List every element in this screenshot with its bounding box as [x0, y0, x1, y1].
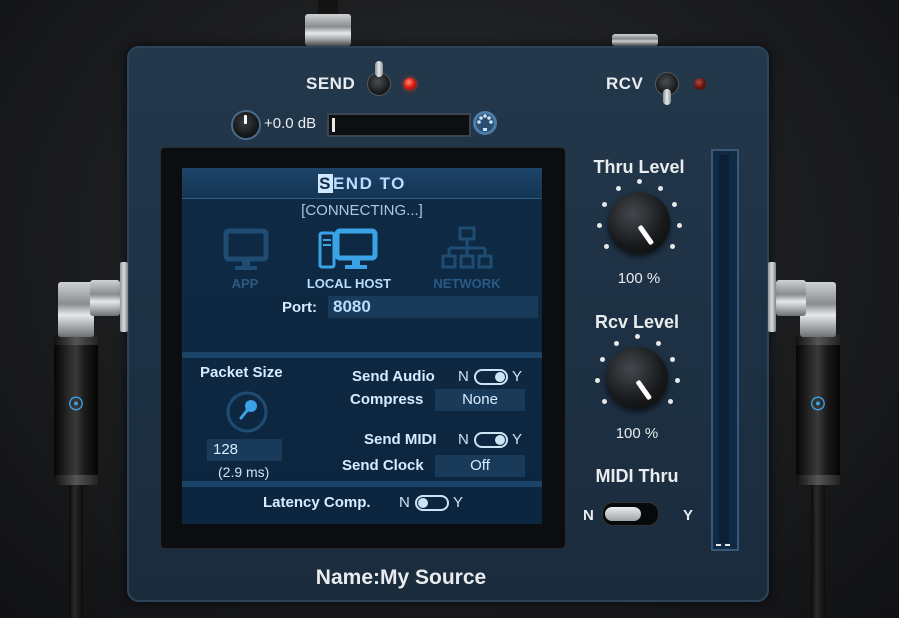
midi-thru-n: N — [583, 507, 594, 524]
rcv-level-label: Rcv Level — [594, 312, 680, 332]
dest-local-host[interactable]: LOCAL HOST — [304, 226, 394, 292]
send-midi-label: Send MIDI — [364, 431, 437, 448]
send-clock-value: Off — [470, 457, 490, 474]
receive-level-meter — [711, 149, 739, 551]
source-name[interactable]: Name:My Source — [127, 566, 675, 590]
latency-comp-n: N — [399, 494, 410, 511]
monitor-icon — [223, 228, 269, 270]
dest-local-host-label: LOCAL HOST — [306, 276, 392, 291]
packet-size-field[interactable]: 128 — [207, 439, 282, 461]
port-label: Port: — [282, 299, 317, 316]
thru-level-value: 100 % — [617, 270, 661, 287]
compress-value: None — [462, 391, 498, 408]
rcv-led — [694, 78, 706, 90]
left-plug-arm — [90, 280, 120, 316]
latency-comp-y: Y — [453, 494, 464, 511]
left-plug — [58, 282, 94, 337]
send-level-meter — [327, 113, 471, 137]
send-midi-n: N — [458, 431, 469, 448]
send-audio-label: Send Audio — [352, 368, 435, 385]
network-icon — [441, 226, 493, 269]
send-audio-switch[interactable] — [474, 369, 508, 385]
dest-app[interactable]: APP — [200, 226, 290, 292]
send-toggle[interactable] — [367, 61, 391, 96]
send-midi-y: Y — [512, 431, 523, 448]
rcv-label: RCV — [606, 74, 644, 93]
right-plug-arm — [776, 280, 806, 316]
jack-logo-icon: ☉ — [67, 394, 85, 414]
left-cable — [69, 480, 83, 618]
left-side-plate — [120, 262, 128, 332]
latency-comp-label: Latency Comp. — [263, 494, 371, 511]
dest-app-label: APP — [231, 276, 259, 291]
port-field[interactable]: 8080 — [328, 296, 538, 318]
right-jack: ☉ — [796, 335, 840, 485]
rcv-level-value: 100 % — [615, 425, 659, 442]
right-cable — [811, 480, 825, 618]
local-host-icon — [318, 228, 378, 269]
section-divider — [182, 481, 542, 487]
send-led — [404, 78, 416, 90]
right-side-plate — [768, 262, 776, 332]
send-audio-n: N — [458, 368, 469, 385]
left-jack: ☉ — [54, 335, 98, 485]
midi-thru-label: MIDI Thru — [595, 466, 679, 486]
dest-network-label: NETWORK — [433, 276, 501, 291]
gain-knob[interactable] — [231, 110, 261, 140]
packet-size-ms: (2.9 ms) — [218, 464, 270, 480]
send-to-header: SEND TO — [182, 168, 542, 199]
connection-status: [CONNECTING...] — [301, 202, 423, 219]
port-value: 8080 — [333, 297, 371, 316]
send-to-title: SEND TO — [318, 174, 406, 193]
send-midi-switch[interactable] — [474, 432, 508, 448]
compress-label: Compress — [350, 391, 424, 408]
section-divider — [182, 352, 542, 358]
jack-logo-icon: ☉ — [809, 394, 827, 414]
latency-comp-switch[interactable] — [415, 495, 449, 511]
send-clock-field[interactable]: Off — [435, 455, 525, 477]
send-label: SEND — [306, 74, 356, 93]
thru-level-knob[interactable] — [594, 178, 684, 268]
send-clock-label: Send Clock — [342, 457, 424, 474]
dest-network[interactable]: NETWORK — [422, 226, 512, 292]
compress-field[interactable]: None — [435, 389, 525, 411]
rcv-level-knob[interactable] — [592, 333, 682, 423]
midi-thru-y: Y — [683, 507, 694, 524]
packet-size-label: Packet Size — [200, 364, 283, 381]
top-plug — [305, 14, 351, 46]
settings-screen: SEND TO [CONNECTING...] APP LOCAL HOST N… — [182, 168, 542, 524]
midi-thru-switch[interactable] — [602, 502, 659, 526]
gain-value: +0.0 dB — [264, 115, 317, 132]
top-plug-right — [612, 34, 658, 46]
packet-size-knob[interactable] — [225, 390, 269, 434]
rcv-toggle[interactable] — [655, 72, 679, 105]
send-audio-y: Y — [512, 368, 523, 385]
thru-level-label: Thru Level — [593, 157, 685, 177]
midi-din-icon — [473, 111, 497, 135]
packet-size-value: 128 — [213, 441, 239, 458]
